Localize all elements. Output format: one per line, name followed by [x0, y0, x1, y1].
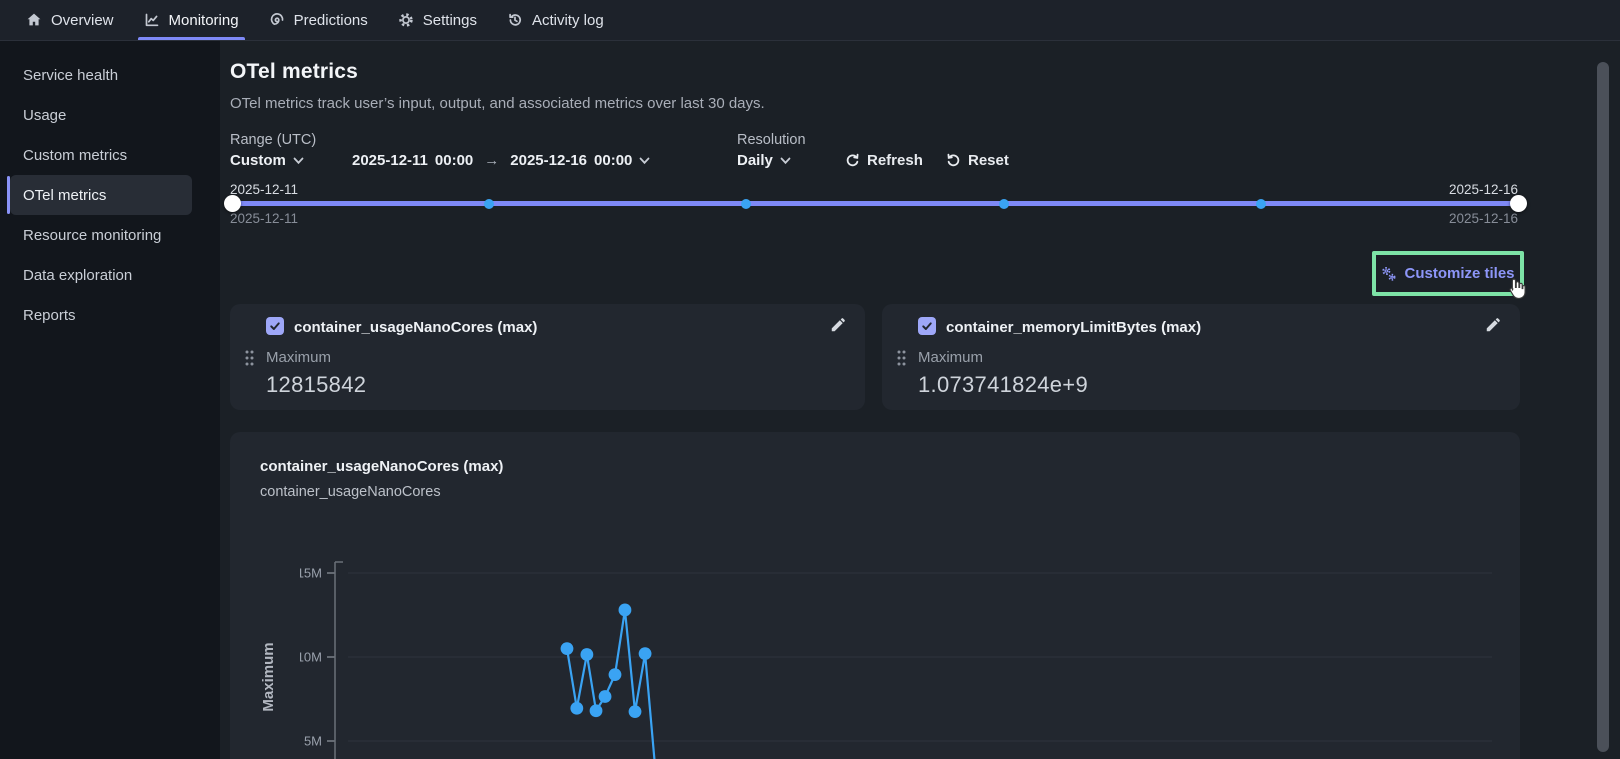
sidebar-item-label: Resource monitoring — [23, 227, 161, 244]
tile-value: 1.073741824e+9 — [918, 372, 1088, 398]
nav-overview-label: Overview — [51, 12, 114, 29]
nav-monitoring[interactable]: Monitoring — [144, 0, 239, 40]
range-select[interactable]: Custom — [230, 152, 304, 169]
annotation-highlight-box: Customize tiles — [1372, 251, 1524, 296]
svg-text:15M: 15M — [300, 566, 322, 581]
slider-handle-left[interactable] — [224, 195, 241, 212]
time-from: 00:00 — [435, 152, 473, 169]
slider-end-date: 2025-12-16 — [1449, 182, 1518, 197]
resolution-select[interactable]: Daily — [737, 152, 791, 169]
check-icon — [269, 320, 281, 332]
customize-tiles-button[interactable]: Customize tiles — [1376, 255, 1520, 292]
sidebar-item-data-exploration[interactable]: Data exploration — [10, 255, 192, 295]
spiral-icon — [269, 12, 285, 28]
chevron-down-icon — [293, 157, 304, 165]
drag-handle-icon[interactable] — [895, 348, 907, 368]
sidebar-item-label: Data exploration — [23, 267, 132, 284]
range-label: Range (UTC) — [230, 132, 316, 148]
nav-predictions[interactable]: Predictions — [269, 0, 368, 40]
metric-tile-usage-nanocores: container_usageNanoCores (max) Maximum 1… — [230, 304, 865, 410]
tile-stat-label: Maximum — [266, 349, 331, 366]
edit-pencil-icon[interactable] — [829, 317, 846, 334]
sidebar-item-resource-monitoring[interactable]: Resource monitoring — [10, 215, 192, 255]
top-nav: Overview Monitoring Predictions Settings… — [0, 0, 1620, 41]
nav-activity-log[interactable]: Activity log — [507, 0, 604, 40]
sidebar-item-label: Usage — [23, 107, 66, 124]
slider-tick-dot — [484, 199, 494, 209]
sidebar: Service health Usage Custom metrics OTel… — [0, 41, 220, 759]
reset-button-label: Reset — [968, 152, 1009, 169]
svg-text:10M: 10M — [300, 650, 322, 665]
date-range-picker[interactable]: 2025-12-11 00:00 → 2025-12-16 00:00 — [352, 152, 650, 169]
svg-text:5M: 5M — [304, 734, 322, 749]
tile-value: 12815842 — [266, 372, 366, 398]
slider-tick-dot — [1256, 199, 1266, 209]
tile-checkbox-checked[interactable] — [918, 317, 936, 335]
tile-title: container_usageNanoCores (max) — [294, 319, 537, 336]
page-title: OTel metrics — [230, 60, 358, 84]
sidebar-item-custom-metrics[interactable]: Custom metrics — [10, 135, 192, 175]
slider-end-date-selected: 2025-12-16 — [1449, 211, 1518, 226]
date-to: 2025-12-16 — [510, 152, 587, 169]
sidebar-item-label: OTel metrics — [23, 187, 106, 204]
sidebar-item-usage[interactable]: Usage — [10, 95, 192, 135]
chart-title: container_usageNanoCores (max) — [260, 458, 503, 475]
slider-tick-dot — [741, 199, 751, 209]
time-to: 00:00 — [594, 152, 632, 169]
sidebar-item-service-health[interactable]: Service health — [10, 55, 192, 95]
tile-stat-label: Maximum — [918, 349, 983, 366]
arrow-right-icon: → — [480, 152, 503, 169]
refresh-button[interactable]: Refresh — [845, 152, 923, 169]
tile-title: container_memoryLimitBytes (max) — [946, 319, 1201, 336]
date-from: 2025-12-11 — [352, 152, 428, 169]
gear-icon — [398, 12, 414, 28]
chart-icon — [144, 12, 160, 28]
sidebar-item-otel-metrics[interactable]: OTel metrics — [10, 175, 192, 215]
date-range-slider-track[interactable] — [232, 201, 1518, 206]
resolution-select-value: Daily — [737, 152, 773, 169]
sidebar-item-label: Service health — [23, 67, 118, 84]
slider-start-date: 2025-12-11 — [230, 182, 298, 197]
drag-handle-icon[interactable] — [243, 348, 255, 368]
nav-predictions-label: Predictions — [294, 12, 368, 29]
nav-overview[interactable]: Overview — [26, 0, 114, 40]
y-axis-label: Maximum — [260, 627, 280, 727]
history-icon — [507, 12, 523, 28]
line-chart: 15M 10M 5M — [300, 544, 1520, 759]
slider-tick-dot — [999, 199, 1009, 209]
slider-start-date-selected: 2025-12-11 — [230, 211, 298, 226]
monitoring-dashboard: { "nav": { "items": [ { "label": "Overvi… — [0, 0, 1620, 759]
tile-checkbox-checked[interactable] — [266, 317, 284, 335]
gears-icon — [1381, 266, 1397, 282]
chart-subtitle: container_usageNanoCores — [260, 484, 441, 500]
nav-activity-log-label: Activity log — [532, 12, 604, 29]
nav-settings[interactable]: Settings — [398, 0, 477, 40]
home-icon — [26, 12, 42, 28]
customize-tiles-label: Customize tiles — [1404, 265, 1514, 282]
chevron-down-icon — [780, 157, 791, 165]
sidebar-item-label: Custom metrics — [23, 147, 127, 164]
page-subtitle: OTel metrics track user’s input, output,… — [230, 95, 765, 112]
nav-monitoring-label: Monitoring — [169, 12, 239, 29]
metric-tile-memory-limit: container_memoryLimitBytes (max) Maximum… — [882, 304, 1520, 410]
sidebar-item-reports[interactable]: Reports — [10, 295, 192, 335]
reset-button[interactable]: Reset — [946, 152, 1009, 169]
vertical-scrollbar-thumb[interactable] — [1597, 62, 1609, 752]
refresh-icon — [845, 153, 860, 168]
reset-icon — [946, 153, 961, 168]
nav-settings-label: Settings — [423, 12, 477, 29]
check-icon — [921, 320, 933, 332]
sidebar-item-label: Reports — [23, 307, 76, 324]
range-select-value: Custom — [230, 152, 286, 169]
refresh-button-label: Refresh — [867, 152, 923, 169]
edit-pencil-icon[interactable] — [1484, 317, 1501, 334]
slider-handle-right[interactable] — [1510, 195, 1527, 212]
resolution-label: Resolution — [737, 132, 806, 148]
chevron-down-icon — [639, 157, 650, 165]
